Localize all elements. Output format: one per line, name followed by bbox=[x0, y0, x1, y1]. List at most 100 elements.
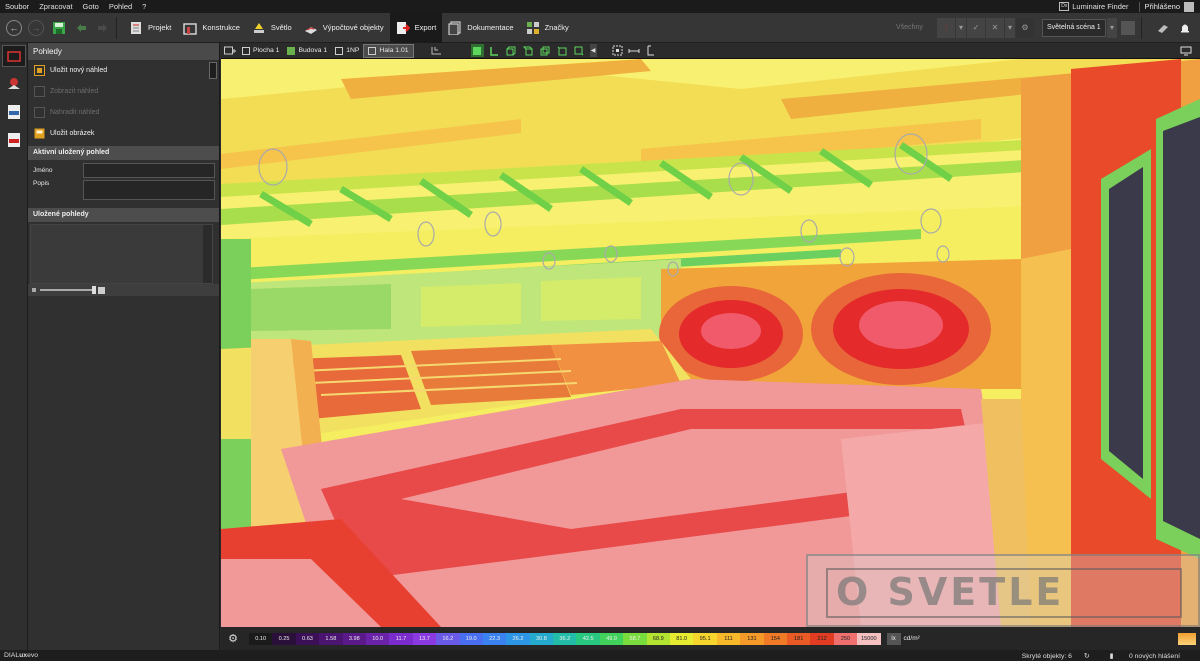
slider-handle[interactable] bbox=[92, 286, 96, 294]
panel-scroll-button[interactable] bbox=[209, 62, 217, 79]
height-button[interactable] bbox=[645, 44, 658, 57]
messages-status[interactable]: ▮ 0 nových hlášení bbox=[1110, 652, 1190, 660]
legend-settings-button[interactable]: ⚙ bbox=[221, 632, 245, 645]
breadcrumb-label: Budova 1 bbox=[298, 47, 328, 54]
watermark-frame: O SVETLE bbox=[806, 554, 1200, 627]
breadcrumb-budova[interactable]: Budova 1 bbox=[283, 44, 331, 58]
chevron-left-icon: ◀ bbox=[590, 48, 596, 54]
legend-cell: 26.2 bbox=[506, 632, 530, 645]
view-top-button[interactable] bbox=[505, 44, 518, 57]
hidden-objects[interactable]: Skryté objekty: 6 ↻ bbox=[1022, 652, 1100, 660]
rail-pdf-button[interactable] bbox=[2, 129, 26, 151]
delete-button[interactable]: ✕ bbox=[986, 17, 1004, 38]
bell-icon[interactable] bbox=[1178, 21, 1192, 35]
breadcrumb-plocha[interactable]: Plocha 1 bbox=[238, 44, 283, 58]
tab-projekt[interactable]: Projekt bbox=[123, 13, 177, 43]
legend-scale: 0.10 0.25 0.63 1.58 3.98 10.0 11.7 13.7 16.2 19.0… bbox=[249, 632, 881, 645]
save-view-icon bbox=[34, 65, 45, 76]
area-icon bbox=[242, 46, 250, 55]
viewport-toolbar: Plocha 1 Budova 1 1NP Hala 1.01 ◀ bbox=[221, 43, 1200, 59]
tab-label: Značky bbox=[544, 23, 569, 32]
view-front-button[interactable] bbox=[488, 44, 501, 57]
forward-button[interactable]: → bbox=[28, 19, 44, 36]
replace-view-action[interactable]: Nahradit náhled bbox=[28, 102, 219, 123]
tab-dokumentace[interactable]: Dokumentace bbox=[442, 13, 519, 43]
view-iso2-button[interactable] bbox=[556, 44, 569, 57]
rail-views-button[interactable] bbox=[2, 45, 26, 67]
menu-soubor[interactable]: Soubor bbox=[0, 0, 34, 13]
luminaire-finder-icon[interactable]: Dx bbox=[1059, 2, 1070, 11]
tab-export[interactable]: Export bbox=[389, 12, 443, 43]
breadcrumb-floor[interactable]: 1NP bbox=[331, 44, 363, 58]
settings-button[interactable]: ⚙ bbox=[1016, 17, 1034, 38]
labels-icon bbox=[526, 21, 539, 34]
save-new-view-action[interactable]: Uložit nový náhled bbox=[28, 60, 219, 81]
save-image-icon bbox=[34, 128, 45, 139]
description-field[interactable] bbox=[83, 180, 215, 200]
view-iso-button[interactable] bbox=[539, 44, 552, 57]
filter-button[interactable]: ⋮ bbox=[937, 17, 955, 38]
back-button[interactable]: ← bbox=[6, 19, 22, 36]
avatar[interactable] bbox=[1184, 1, 1194, 12]
tab-vypoctove-objekty[interactable]: Výpočtové objekty bbox=[298, 13, 390, 43]
menu-zpracovat[interactable]: Zpracovat bbox=[34, 0, 77, 13]
views-dropdown-button[interactable]: ◀ bbox=[589, 44, 597, 57]
eraser-icon[interactable] bbox=[1156, 21, 1170, 35]
save-icon[interactable] bbox=[52, 21, 66, 35]
action-label: Uložit nový náhled bbox=[50, 67, 108, 74]
view-3d-button[interactable] bbox=[470, 44, 484, 57]
breadcrumb-room[interactable]: Hala 1.01 bbox=[363, 43, 414, 58]
save-icon: ▮ bbox=[1109, 652, 1114, 660]
breadcrumb-label: Plocha 1 bbox=[253, 47, 280, 54]
show-view-action[interactable]: Zobrazit náhled bbox=[28, 81, 219, 102]
menu-goto[interactable]: Goto bbox=[78, 0, 104, 13]
unit-toggle-button[interactable]: lx bbox=[886, 632, 901, 645]
legend-swatch bbox=[1178, 632, 1196, 645]
dropdown-button[interactable]: ▾ bbox=[956, 17, 966, 38]
legend-cell: 16.2 bbox=[436, 632, 460, 645]
plan-view-button[interactable] bbox=[430, 44, 443, 57]
view-side-button[interactable] bbox=[522, 44, 535, 57]
floor-icon bbox=[335, 46, 344, 55]
add-view-button[interactable] bbox=[223, 44, 236, 57]
cube-icon bbox=[540, 46, 550, 55]
tab-konstrukce[interactable]: Konstrukce bbox=[177, 13, 246, 43]
zoom-extents-button[interactable] bbox=[611, 44, 624, 57]
fullscreen-button[interactable] bbox=[1179, 44, 1192, 57]
tab-svetlo[interactable]: Světlo bbox=[246, 13, 298, 43]
dwg-icon bbox=[8, 105, 20, 119]
cube-icon bbox=[574, 46, 584, 55]
unit-label: cd/m² bbox=[903, 635, 920, 642]
description-label: Popis bbox=[33, 180, 50, 187]
luminaire-finder-link[interactable]: Luminaire Finder bbox=[1072, 0, 1133, 13]
view-iso3-button[interactable] bbox=[573, 44, 586, 57]
undo-icon[interactable] bbox=[74, 21, 88, 35]
dropdown-button-2[interactable]: ▾ bbox=[1005, 17, 1015, 38]
documentation-icon bbox=[448, 20, 461, 35]
legend-cell: 1.58 bbox=[319, 632, 343, 645]
check-button[interactable]: ✓ bbox=[967, 17, 985, 38]
viewport-3d[interactable]: O SVETLE bbox=[221, 59, 1200, 627]
thumbnail-size-slider[interactable] bbox=[40, 286, 96, 294]
redo-icon[interactable] bbox=[96, 21, 110, 35]
tab-znacky[interactable]: Značky bbox=[520, 13, 575, 43]
legend-cell: 68.9 bbox=[646, 632, 671, 645]
thumbnail-size-row bbox=[28, 284, 219, 296]
save-image-action[interactable]: Uložit obrázek bbox=[28, 123, 219, 144]
light-scene-select[interactable]: Světelná scéna 1 bbox=[1042, 18, 1106, 37]
filter-label: Všechny bbox=[896, 24, 923, 31]
saved-views-scrollbar[interactable] bbox=[203, 225, 212, 283]
chevron-down-icon: ▾ bbox=[1007, 23, 1012, 32]
rail-render-button[interactable] bbox=[2, 73, 26, 95]
saved-views-list[interactable] bbox=[30, 224, 213, 284]
scene-dropdown-button[interactable]: ▾ bbox=[1107, 17, 1117, 38]
status-right: Skryté objekty: 6 ↻ ▮ 0 nových hlášení bbox=[1022, 652, 1200, 660]
toolbar-separator bbox=[116, 16, 117, 39]
menu-help[interactable]: ? bbox=[137, 0, 151, 13]
scene-options-button[interactable] bbox=[1121, 20, 1135, 35]
login-status[interactable]: Přihlášeno bbox=[1145, 2, 1184, 11]
measure-button[interactable] bbox=[628, 44, 641, 57]
name-field[interactable] bbox=[83, 162, 215, 178]
rail-dwg-button[interactable] bbox=[2, 101, 26, 123]
menu-pohled[interactable]: Pohled bbox=[104, 0, 137, 13]
